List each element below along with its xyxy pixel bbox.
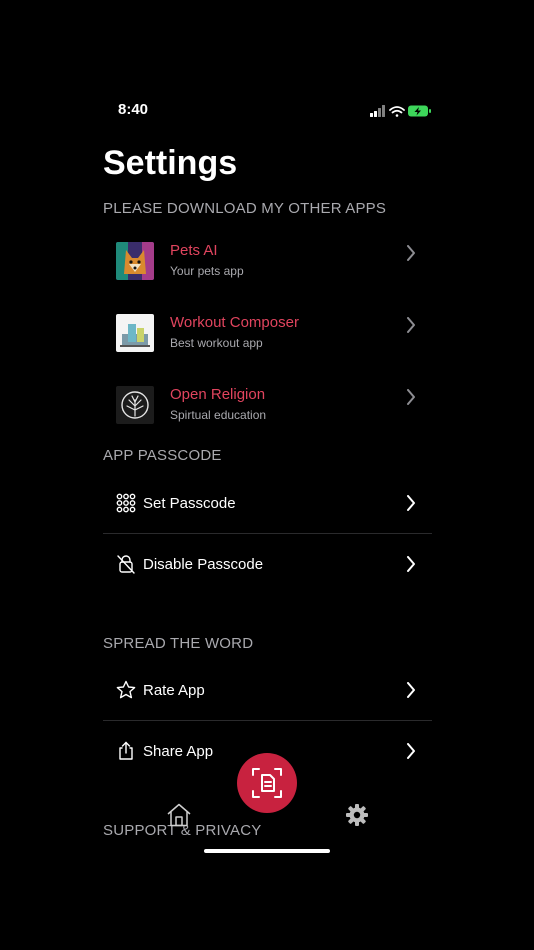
section-header-passcode: APP PASSCODE (103, 447, 222, 464)
chevron-right-icon (407, 495, 415, 511)
scan-document-button[interactable] (237, 753, 297, 813)
pets-ai-thumbnail (116, 242, 154, 280)
app-subtitle: Your pets app (170, 264, 244, 278)
gear-icon[interactable] (345, 803, 369, 827)
app-name: Workout Composer (170, 314, 299, 331)
chevron-right-icon (407, 245, 415, 261)
rate-app-row[interactable]: Rate App (103, 660, 432, 720)
home-indicator (204, 849, 330, 853)
page-title: Settings (103, 144, 238, 182)
app-subtitle: Spirtual education (170, 408, 267, 422)
chevron-right-icon (407, 317, 415, 333)
disable-passcode-row[interactable]: Disable Passcode (103, 534, 432, 594)
workout-composer-thumbnail (116, 314, 154, 352)
set-passcode-label: Set Passcode (143, 495, 236, 512)
chevron-right-icon (407, 743, 415, 759)
chevron-right-icon (407, 389, 415, 405)
keypad-icon (116, 493, 136, 513)
disable-passcode-label: Disable Passcode (143, 556, 264, 573)
lock-slash-icon (117, 555, 135, 574)
share-icon (119, 741, 133, 760)
section-header-other-apps: PLEASE DOWNLOAD MY OTHER APPS (103, 200, 387, 217)
battery-charging-icon (408, 105, 431, 117)
app-subtitle: Best workout app (170, 336, 263, 350)
section-header-spread: SPREAD THE WORD (103, 635, 254, 652)
rate-app-label: Rate App (143, 682, 205, 699)
share-app-label: Share App (143, 743, 214, 760)
home-icon[interactable] (166, 803, 192, 827)
app-row-pets-ai[interactable]: Pets AI Your pets app (103, 242, 432, 306)
document-scan-icon (252, 768, 282, 798)
app-row-open-religion[interactable]: Open Religion Spirtual education (103, 386, 432, 450)
star-icon (116, 680, 136, 699)
wifi-icon (389, 106, 405, 117)
cellular-signal-icon (370, 105, 385, 117)
app-name: Pets AI (170, 242, 218, 259)
chevron-right-icon (407, 682, 415, 698)
open-religion-thumbnail (116, 386, 154, 424)
status-time: 8:40 (118, 101, 149, 118)
app-row-workout-composer[interactable]: Workout Composer Best workout app (103, 314, 432, 378)
set-passcode-row[interactable]: Set Passcode (103, 473, 432, 533)
app-name: Open Religion (170, 386, 266, 403)
chevron-right-icon (407, 556, 415, 572)
status-icons (368, 104, 432, 118)
